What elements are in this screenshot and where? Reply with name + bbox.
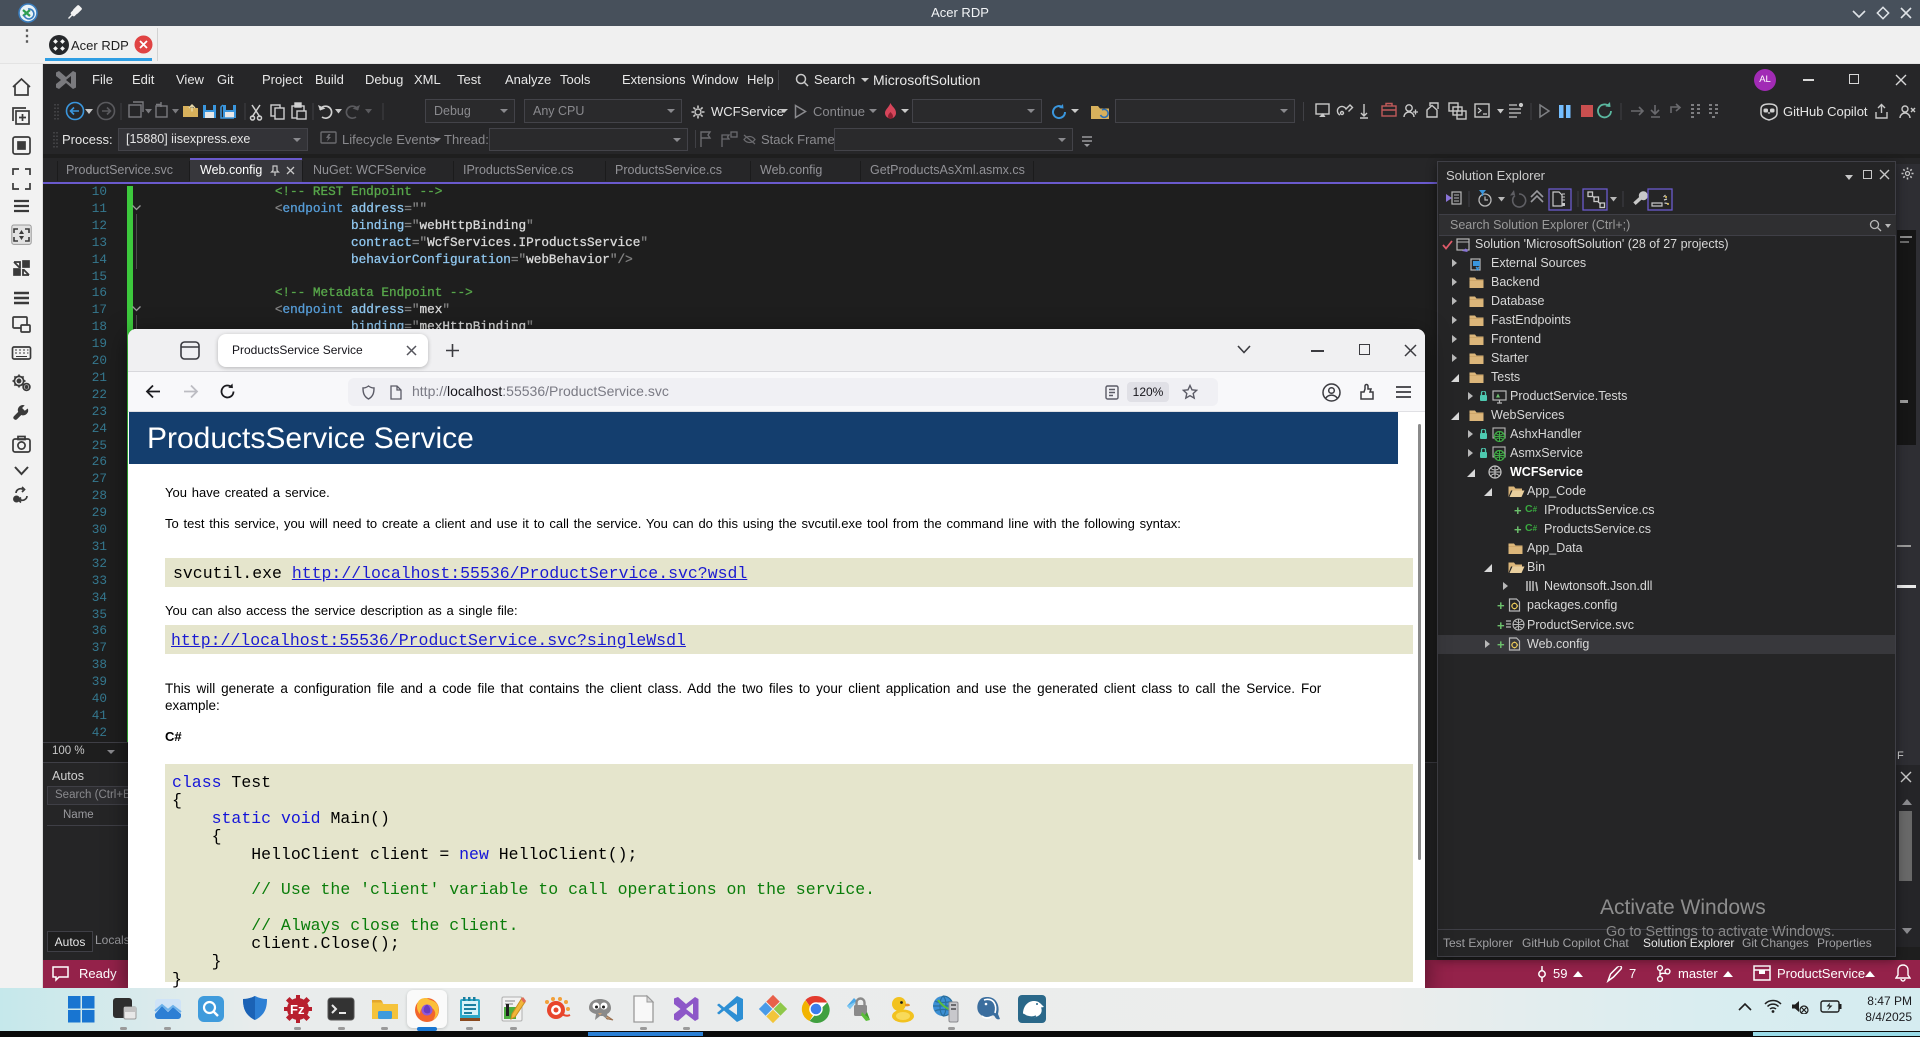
- svg-text:Fz: Fz: [290, 1002, 305, 1017]
